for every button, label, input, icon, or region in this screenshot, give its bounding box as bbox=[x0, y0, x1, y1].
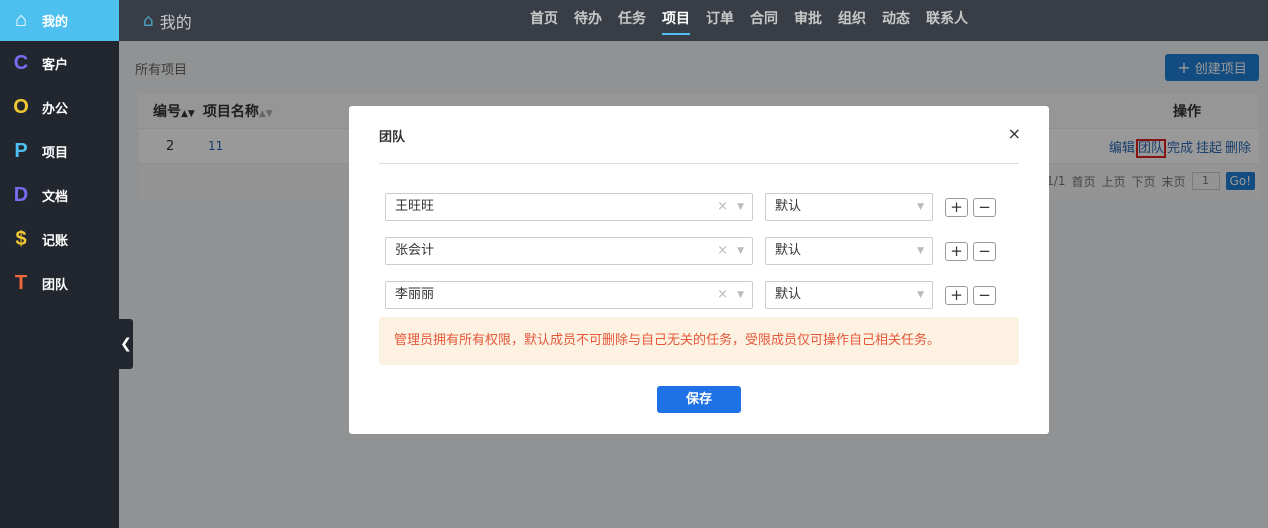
save-button[interactable]: 保存 bbox=[657, 386, 741, 413]
member-row: 王旺旺 × ▼ 默认 ▼ + − bbox=[385, 193, 1005, 221]
sidebar-icon: T bbox=[14, 271, 28, 294]
sidebar-item-label: 客户 bbox=[42, 57, 69, 73]
sidebar-icon: O bbox=[13, 95, 29, 118]
sidebar: ⌂ 我的 C 客户 O 办公 P 项目 D 文档 $ 记账 T 团队 bbox=[0, 0, 119, 528]
add-member-button[interactable]: + bbox=[945, 198, 968, 217]
member-row: 张会计 × ▼ 默认 ▼ + − bbox=[385, 237, 1005, 265]
sidebar-icon: C bbox=[13, 51, 29, 74]
home-icon: ⌂ bbox=[143, 11, 154, 31]
sidebar-icon: ⌂ bbox=[14, 9, 28, 31]
caret-down-icon: ▼ bbox=[917, 290, 924, 300]
nav-tab[interactable]: 动态 bbox=[882, 0, 910, 41]
sidebar-item-label: 项目 bbox=[42, 145, 69, 161]
member-row: 李丽丽 × ▼ 默认 ▼ + − bbox=[385, 281, 1005, 309]
sidebar-item-6[interactable]: T 团队 bbox=[0, 261, 119, 305]
sidebar-item-label: 文档 bbox=[42, 189, 69, 205]
sidebar-collapse-button[interactable]: ❮ bbox=[119, 319, 133, 369]
top-header: ⌂ 我的 首页 待办 任务 项目 订单 合同 审批 组织 动态 联系人 bbox=[119, 0, 1268, 41]
role-select[interactable]: 默认 ▼ bbox=[765, 193, 933, 221]
add-member-button[interactable]: + bbox=[945, 286, 968, 305]
nav-tab[interactable]: 项目 bbox=[662, 0, 690, 35]
sidebar-item-label: 办公 bbox=[42, 101, 69, 117]
sidebar-icon: $ bbox=[15, 227, 27, 250]
top-nav: 首页 待办 任务 项目 订单 合同 审批 组织 动态 联系人 bbox=[522, 0, 976, 41]
modal-title: 团队 bbox=[379, 130, 406, 145]
sidebar-item-4[interactable]: D 文档 bbox=[0, 173, 119, 217]
role-select[interactable]: 默认 ▼ bbox=[765, 281, 933, 309]
nav-tab[interactable]: 组织 bbox=[838, 0, 866, 41]
sidebar-item-label: 团队 bbox=[42, 277, 69, 293]
clear-icon[interactable]: × bbox=[717, 194, 728, 220]
caret-down-icon: ▼ bbox=[917, 202, 924, 212]
clear-icon[interactable]: × bbox=[717, 238, 728, 264]
caret-down-icon: ▼ bbox=[737, 202, 744, 212]
sidebar-item-5[interactable]: $ 记账 bbox=[0, 217, 119, 261]
sidebar-item-0[interactable]: ⌂ 我的 bbox=[0, 0, 119, 41]
sidebar-item-1[interactable]: C 客户 bbox=[0, 41, 119, 85]
nav-tab[interactable]: 任务 bbox=[618, 0, 646, 41]
nav-tab[interactable]: 联系人 bbox=[926, 0, 968, 41]
caret-down-icon: ▼ bbox=[917, 246, 924, 256]
remove-member-button[interactable]: − bbox=[973, 286, 996, 305]
member-select[interactable]: 张会计 × ▼ bbox=[385, 237, 753, 265]
sidebar-icon: P bbox=[14, 139, 28, 162]
member-select[interactable]: 王旺旺 × ▼ bbox=[385, 193, 753, 221]
member-select[interactable]: 李丽丽 × ▼ bbox=[385, 281, 753, 309]
clear-icon[interactable]: × bbox=[717, 282, 728, 308]
nav-tab[interactable]: 合同 bbox=[750, 0, 778, 41]
nav-tab[interactable]: 待办 bbox=[574, 0, 602, 41]
header-title: 我的 bbox=[159, 13, 192, 32]
nav-tab[interactable]: 首页 bbox=[530, 0, 558, 41]
sidebar-icon: D bbox=[13, 183, 29, 206]
close-icon[interactable]: × bbox=[1008, 124, 1021, 143]
caret-down-icon: ▼ bbox=[737, 246, 744, 256]
remove-member-button[interactable]: − bbox=[973, 198, 996, 217]
role-select[interactable]: 默认 ▼ bbox=[765, 237, 933, 265]
team-modal: 团队 × 王旺旺 × ▼ 默认 ▼ + − 张会计 × ▼ 默认 ▼ + − 李丽丽 × ▼ 默… bbox=[349, 106, 1049, 434]
permission-notice: 管理员拥有所有权限，默认成员不可删除与自己无关的任务，受限成员仅可操作自己相关任… bbox=[379, 317, 1019, 365]
sidebar-item-label: 我的 bbox=[42, 15, 69, 30]
remove-member-button[interactable]: − bbox=[973, 242, 996, 261]
sidebar-item-2[interactable]: O 办公 bbox=[0, 85, 119, 129]
nav-tab[interactable]: 审批 bbox=[794, 0, 822, 41]
sidebar-item-3[interactable]: P 项目 bbox=[0, 129, 119, 173]
nav-tab[interactable]: 订单 bbox=[706, 0, 734, 41]
caret-down-icon: ▼ bbox=[737, 290, 744, 300]
divider bbox=[379, 163, 1019, 164]
chevron-left-icon: ❮ bbox=[120, 336, 132, 352]
add-member-button[interactable]: + bbox=[945, 242, 968, 261]
sidebar-item-label: 记账 bbox=[42, 233, 69, 249]
